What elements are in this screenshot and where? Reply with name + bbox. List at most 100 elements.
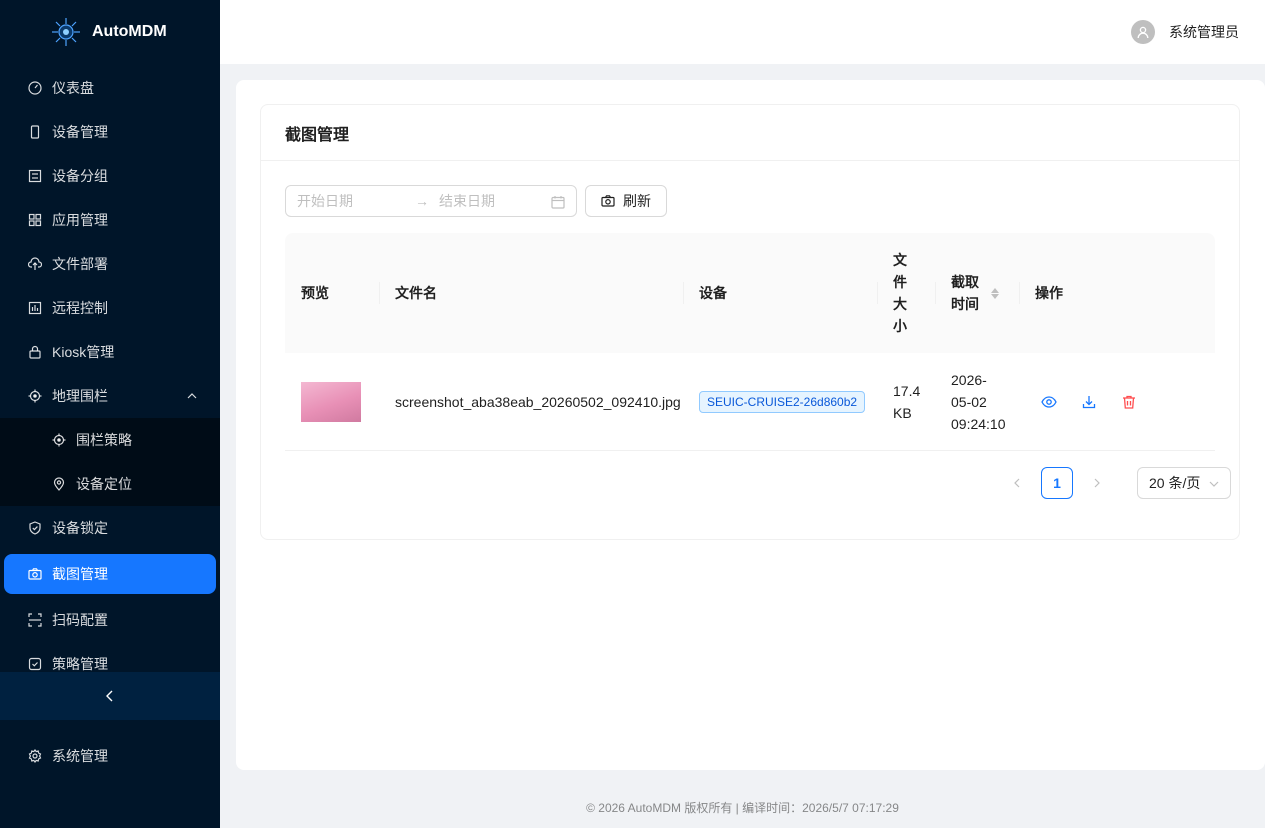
sidebar-item-label: 设备管理 — [52, 124, 108, 140]
page-size-select[interactable]: 20 条/页 — [1137, 467, 1231, 499]
sidebar-item-label: 截图管理 — [52, 566, 108, 582]
sidebar-item-label: 文件部署 — [52, 256, 108, 272]
column-header-actions: 操作 — [1019, 233, 1215, 353]
sidebar-system-section: 系统管理 — [0, 734, 220, 778]
chevron-right-icon — [1094, 478, 1100, 488]
size-unit: KB — [893, 404, 912, 421]
pagination-page-1[interactable]: 1 — [1041, 467, 1073, 499]
sidebar-menu: 仪表盘 设备管理 设备分组 应用管理 文件部署 远程控制 Kiosk管理 地理围… — [0, 66, 220, 672]
sidebar: AutoMDM 仪表盘 设备管理 设备分组 应用管理 文件部署 远程控制 Kio… — [0, 0, 220, 828]
start-date-input[interactable]: 开始日期 — [297, 191, 415, 211]
sidebar-item-apps[interactable]: 应用管理 — [0, 198, 220, 242]
footer: © 2026 AutoMDM 版权所有 | 编译时间：2026/5/7 07:1… — [586, 800, 899, 815]
sidebar-item-kiosk[interactable]: Kiosk管理 — [0, 330, 220, 374]
refresh-label: 刷新 — [623, 193, 651, 209]
sidebar-item-label: 设备锁定 — [52, 520, 108, 536]
range-separator: → — [415, 193, 429, 209]
sidebar-item-dashboard[interactable]: 仪表盘 — [0, 66, 220, 110]
fund-icon — [28, 301, 42, 315]
actions-cell — [1019, 353, 1215, 450]
sidebar-item-fence-policy[interactable]: 围栏策略 — [0, 418, 220, 462]
sidebar-item-system[interactable]: 系统管理 — [0, 734, 220, 778]
time-line: 09:24:10 — [951, 415, 1006, 432]
screenshot-table: 预览 文件名 设备 文件大小 截取时间 操作 screenshot_aba38e… — [285, 233, 1215, 451]
sidebar-item-policies[interactable]: 策略管理 — [0, 642, 220, 672]
sidebar-item-device-groups[interactable]: 设备分组 — [0, 154, 220, 198]
sidebar-item-remote-control[interactable]: 远程控制 — [0, 286, 220, 330]
chevron-up-icon — [187, 393, 197, 399]
chevron-left-icon — [106, 690, 113, 702]
column-header-time-text: 截取时间 — [951, 274, 979, 312]
column-header-preview: 预览 — [301, 285, 329, 301]
logo-icon — [52, 18, 80, 46]
delete-icon[interactable] — [1121, 394, 1137, 410]
setting-icon — [28, 749, 42, 763]
dashboard-icon — [28, 81, 42, 95]
column-header-size: 文件大小 — [877, 233, 935, 353]
table-header: 预览 文件名 设备 文件大小 截取时间 操作 — [285, 233, 1215, 353]
mobile-icon — [28, 125, 42, 139]
aim-icon — [28, 389, 42, 403]
sidebar-collapse-button[interactable] — [0, 672, 220, 720]
sidebar-item-devices[interactable]: 设备管理 — [0, 110, 220, 154]
sidebar-item-label: 系统管理 — [52, 748, 108, 764]
pagination-prev[interactable] — [1001, 467, 1033, 499]
sidebar-item-label: 设备定位 — [76, 476, 132, 492]
top-header: 系统管理员 — [220, 0, 1265, 64]
pagination: 1 20 条/页 — [1001, 467, 1231, 499]
size-cell: 17.4 KB — [877, 353, 935, 450]
user-name: 系统管理员 — [1169, 24, 1239, 40]
sidebar-item-label: 围栏策略 — [76, 432, 132, 448]
sidebar-item-label: 应用管理 — [52, 212, 108, 228]
cloud-upload-icon — [28, 257, 42, 271]
aim-icon — [52, 433, 66, 447]
sidebar-item-label: 地理围栏 — [52, 388, 108, 404]
group-icon — [28, 169, 42, 183]
sidebar-item-screenshots[interactable]: 截图管理 — [4, 554, 216, 594]
page-size-value: 20 条/页 — [1149, 475, 1201, 491]
chevron-left-icon — [1014, 478, 1020, 488]
toolbar: 开始日期 → 结束日期 刷新 — [285, 185, 667, 217]
size-value: 17.4 — [893, 382, 921, 399]
sidebar-item-label: 仪表盘 — [52, 80, 94, 96]
device-tag: SEUIC-CRUISE2-26d860b2 — [699, 390, 866, 413]
sort-icon[interactable] — [991, 287, 999, 299]
time-line: 2026- — [951, 371, 987, 388]
scan-icon — [28, 613, 42, 627]
screenshot-thumbnail[interactable] — [301, 381, 361, 422]
app-name: AutoMDM — [92, 23, 167, 40]
user-menu[interactable]: 系统管理员 — [1131, 20, 1239, 44]
sidebar-item-label: 设备分组 — [52, 168, 108, 184]
camera-icon — [28, 567, 42, 581]
column-header-time[interactable]: 截取时间 — [935, 233, 1019, 353]
safety-certificate-icon — [28, 657, 42, 671]
geofence-submenu: 围栏策略 设备定位 — [0, 418, 220, 506]
preview-eye-icon[interactable] — [1041, 394, 1057, 410]
sidebar-item-device-lock[interactable]: 设备锁定 — [0, 506, 220, 550]
avatar — [1131, 20, 1155, 44]
refresh-button[interactable]: 刷新 — [585, 185, 667, 217]
device-cell: SEUIC-CRUISE2-26d860b2 — [683, 353, 877, 450]
sidebar-item-label: Kiosk管理 — [52, 344, 115, 360]
date-range-picker[interactable]: 开始日期 → 结束日期 — [285, 185, 577, 217]
download-icon[interactable] — [1081, 394, 1097, 410]
column-header-size-text: 文件大小 — [893, 252, 907, 334]
main-content: 截图管理 开始日期 → 结束日期 刷新 预览 文件名 设备 文件大小 截取时间 — [236, 80, 1265, 770]
sidebar-item-label: 扫码配置 — [52, 612, 108, 628]
sidebar-item-label: 策略管理 — [52, 656, 108, 672]
logo[interactable]: AutoMDM — [0, 0, 220, 64]
page-title: 截图管理 — [261, 105, 1239, 161]
sidebar-item-file-deploy[interactable]: 文件部署 — [0, 242, 220, 286]
sidebar-item-geofence[interactable]: 地理围栏 — [0, 374, 220, 418]
end-date-input[interactable]: 结束日期 — [439, 191, 549, 211]
sidebar-item-device-location[interactable]: 设备定位 — [0, 462, 220, 506]
lock-icon — [28, 345, 42, 359]
time-line: 05-02 — [951, 393, 987, 410]
safety-icon — [28, 521, 42, 535]
chevron-down-icon — [1209, 481, 1219, 487]
pagination-next[interactable] — [1081, 467, 1113, 499]
time-cell: 2026- 05-02 09:24:10 — [935, 353, 1019, 450]
sidebar-item-scan-config[interactable]: 扫码配置 — [0, 598, 220, 642]
environment-icon — [52, 477, 66, 491]
preview-cell — [285, 353, 379, 450]
